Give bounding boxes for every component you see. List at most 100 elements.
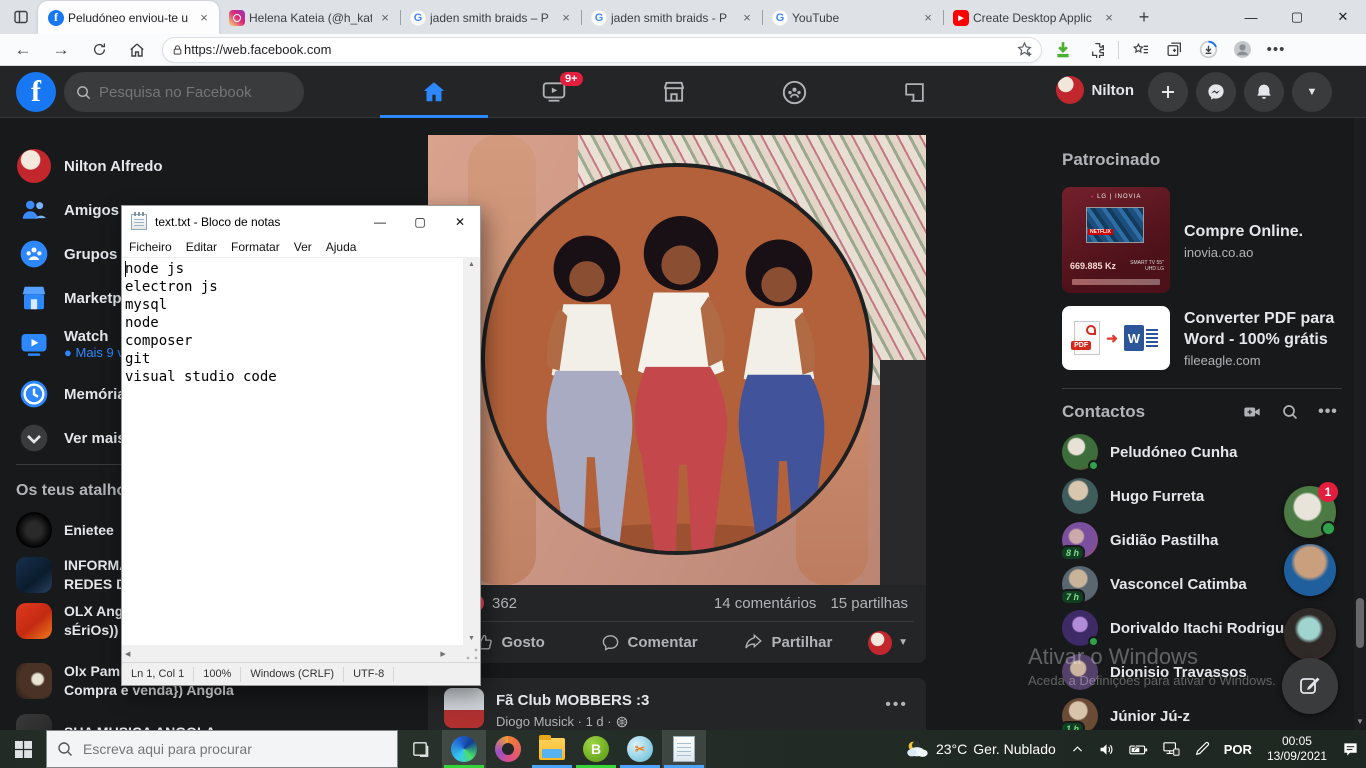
browser-tab[interactable]: Peludóneo enviou-te u × <box>38 1 219 34</box>
scroll-left-icon[interactable]: ◀ <box>122 650 130 658</box>
scrollbar-thumb[interactable] <box>1356 598 1364 648</box>
notepad-vertical-scrollbar[interactable]: ▲ ▼ <box>463 258 480 645</box>
scroll-down-icon[interactable]: ▼ <box>1355 717 1365 726</box>
sponsored-ad-lg[interactable]: LG | INOVIA NETFLIX 669.885 Kz SMART TV … <box>1062 187 1342 293</box>
minimize-button[interactable]: — <box>1228 0 1274 34</box>
comment-button[interactable]: Comentar <box>579 626 718 660</box>
notepad-menu-item[interactable]: Formatar <box>224 240 287 254</box>
taskbar-app-b[interactable]: B <box>574 730 618 768</box>
tab-actions-button[interactable] <box>8 4 34 30</box>
notepad-close-button[interactable]: ✕ <box>440 206 480 237</box>
profile-picture-circle[interactable] <box>481 163 873 555</box>
browser-tab[interactable]: Helena Kateia (@h_kat × <box>219 1 400 34</box>
download-manager-extension-icon[interactable] <box>1050 37 1076 63</box>
page-avatar[interactable] <box>444 688 484 728</box>
taskbar-app-notepad[interactable] <box>662 730 706 768</box>
notifications-button[interactable] <box>1244 72 1284 112</box>
shares-count[interactable]: 15 partilhas <box>830 595 908 612</box>
scroll-right-icon[interactable]: ▶ <box>440 650 445 658</box>
resize-grip[interactable] <box>464 646 480 662</box>
notepad-window[interactable]: text.txt - Bloco de notas — ▢ ✕ Ficheiro… <box>121 205 481 686</box>
contact-row[interactable]: 7 h Vasconcel Catimba <box>1054 562 1304 606</box>
notepad-maximize-button[interactable]: ▢ <box>400 206 440 237</box>
post-menu-icon[interactable]: ••• <box>885 696 908 714</box>
contact-row[interactable]: Dionisio Travassos <box>1054 650 1304 694</box>
downloads-icon[interactable] <box>1195 37 1221 63</box>
scroll-up-icon[interactable]: ▲ <box>468 261 475 268</box>
ad-title[interactable]: Compre Online. <box>1184 221 1344 242</box>
pen-icon[interactable] <box>1187 730 1217 768</box>
taskbar-weather[interactable]: 23°C Ger. Nublado <box>896 739 1064 759</box>
taskbar-app-edge[interactable] <box>442 730 486 768</box>
new-tab-button[interactable]: + <box>1130 3 1158 31</box>
favorites-icon[interactable] <box>1127 37 1153 63</box>
contact-row[interactable]: Hugo Furreta <box>1054 474 1304 518</box>
nav-watch-tab[interactable] <box>499 70 609 114</box>
messenger-button[interactable] <box>1196 72 1236 112</box>
page-name[interactable]: Fã Club MOBBERS :3 <box>496 692 649 709</box>
browser-extension-icon[interactable] <box>1084 37 1110 63</box>
nav-home-tab[interactable] <box>379 70 489 114</box>
account-menu-button[interactable]: ▼ <box>1292 72 1332 112</box>
volume-icon[interactable] <box>1091 730 1122 768</box>
browser-tab[interactable]: jaden smith braids - P × <box>581 1 762 34</box>
tab-close-icon[interactable]: × <box>738 9 756 27</box>
sidebar-item-profile[interactable]: Nilton Alfredo <box>8 144 348 188</box>
new-message-button[interactable] <box>1282 658 1338 714</box>
contact-row[interactable]: 8 h Gidião Pastilha <box>1054 518 1304 562</box>
start-button[interactable] <box>0 730 46 768</box>
contact-row[interactable]: Dorivaldo Itachi Rodrigues <box>1054 606 1304 650</box>
taskbar-search-input[interactable] <box>83 741 363 757</box>
taskbar-app-media[interactable] <box>486 730 530 768</box>
browser-tab[interactable]: YouTube × <box>762 1 943 34</box>
search-icon[interactable] <box>1276 398 1304 426</box>
collections-icon[interactable] <box>1161 37 1187 63</box>
comment-as-avatar[interactable] <box>868 631 892 655</box>
contact-row[interactable]: Peludóneo Cunha <box>1054 430 1304 474</box>
share-button[interactable]: Partilhar <box>719 626 858 660</box>
notepad-titlebar[interactable]: text.txt - Bloco de notas — ▢ ✕ <box>122 206 480 237</box>
taskbar-clock[interactable]: 00:05 13/09/2021 <box>1259 734 1335 764</box>
chat-head-2[interactable] <box>1284 544 1336 596</box>
add-favorite-icon[interactable] <box>1016 41 1033 58</box>
post-photo[interactable] <box>428 135 926 585</box>
facebook-search-input[interactable] <box>99 84 279 101</box>
notepad-text-area[interactable]: node jselectron jsmysqlnodecomposergitvi… <box>122 258 463 645</box>
taskbar-app-explorer[interactable] <box>530 730 574 768</box>
scroll-down-icon[interactable]: ▼ <box>468 635 475 642</box>
notepad-menu-item[interactable]: Ficheiro <box>122 240 179 254</box>
browser-menu-icon[interactable]: ••• <box>1263 37 1289 63</box>
profile-chip[interactable]: Nilton <box>1056 76 1135 104</box>
tab-close-icon[interactable]: × <box>376 9 394 27</box>
battery-icon[interactable] <box>1122 730 1155 768</box>
chat-head-3[interactable] <box>1284 608 1336 660</box>
nav-marketplace-tab[interactable] <box>619 70 729 114</box>
tab-close-icon[interactable]: × <box>1100 9 1118 27</box>
tab-close-icon[interactable]: × <box>557 9 575 27</box>
facebook-search[interactable] <box>64 72 304 112</box>
taskbar-search[interactable] <box>46 730 398 768</box>
browser-tab[interactable]: jaden smith braids – P × <box>400 1 581 34</box>
url-input[interactable] <box>184 42 1016 57</box>
notepad-minimize-button[interactable]: — <box>360 206 400 237</box>
video-call-icon[interactable] <box>1238 398 1266 426</box>
network-icon[interactable] <box>1155 730 1187 768</box>
home-button[interactable] <box>122 36 152 64</box>
ad-title[interactable]: Converter PDF para Word - 100% grátis <box>1184 308 1344 350</box>
taskbar-app-globe[interactable]: ✂ <box>618 730 662 768</box>
task-view-button[interactable] <box>398 730 442 768</box>
refresh-button[interactable] <box>84 36 114 64</box>
address-bar[interactable] <box>162 37 1042 63</box>
notepad-horizontal-scrollbar[interactable]: ◀ ▶ <box>122 645 480 662</box>
notification-center-icon[interactable] <box>1335 730 1366 768</box>
tray-chevron-up[interactable] <box>1064 730 1091 768</box>
tab-close-icon[interactable]: × <box>919 9 937 27</box>
sponsored-ad-pdf[interactable]: PDF ➜ W Converter PDF para Word - 100% g… <box>1062 306 1342 370</box>
nav-groups-tab[interactable] <box>739 70 849 114</box>
notepad-menu-item[interactable]: Ajuda <box>319 240 364 254</box>
back-button[interactable]: ← <box>8 36 38 64</box>
browser-profile-icon[interactable] <box>1229 37 1255 63</box>
comments-count[interactable]: 14 comentários <box>714 595 817 612</box>
nav-gaming-tab[interactable] <box>859 70 969 114</box>
notepad-menu-item[interactable]: Editar <box>179 240 224 254</box>
